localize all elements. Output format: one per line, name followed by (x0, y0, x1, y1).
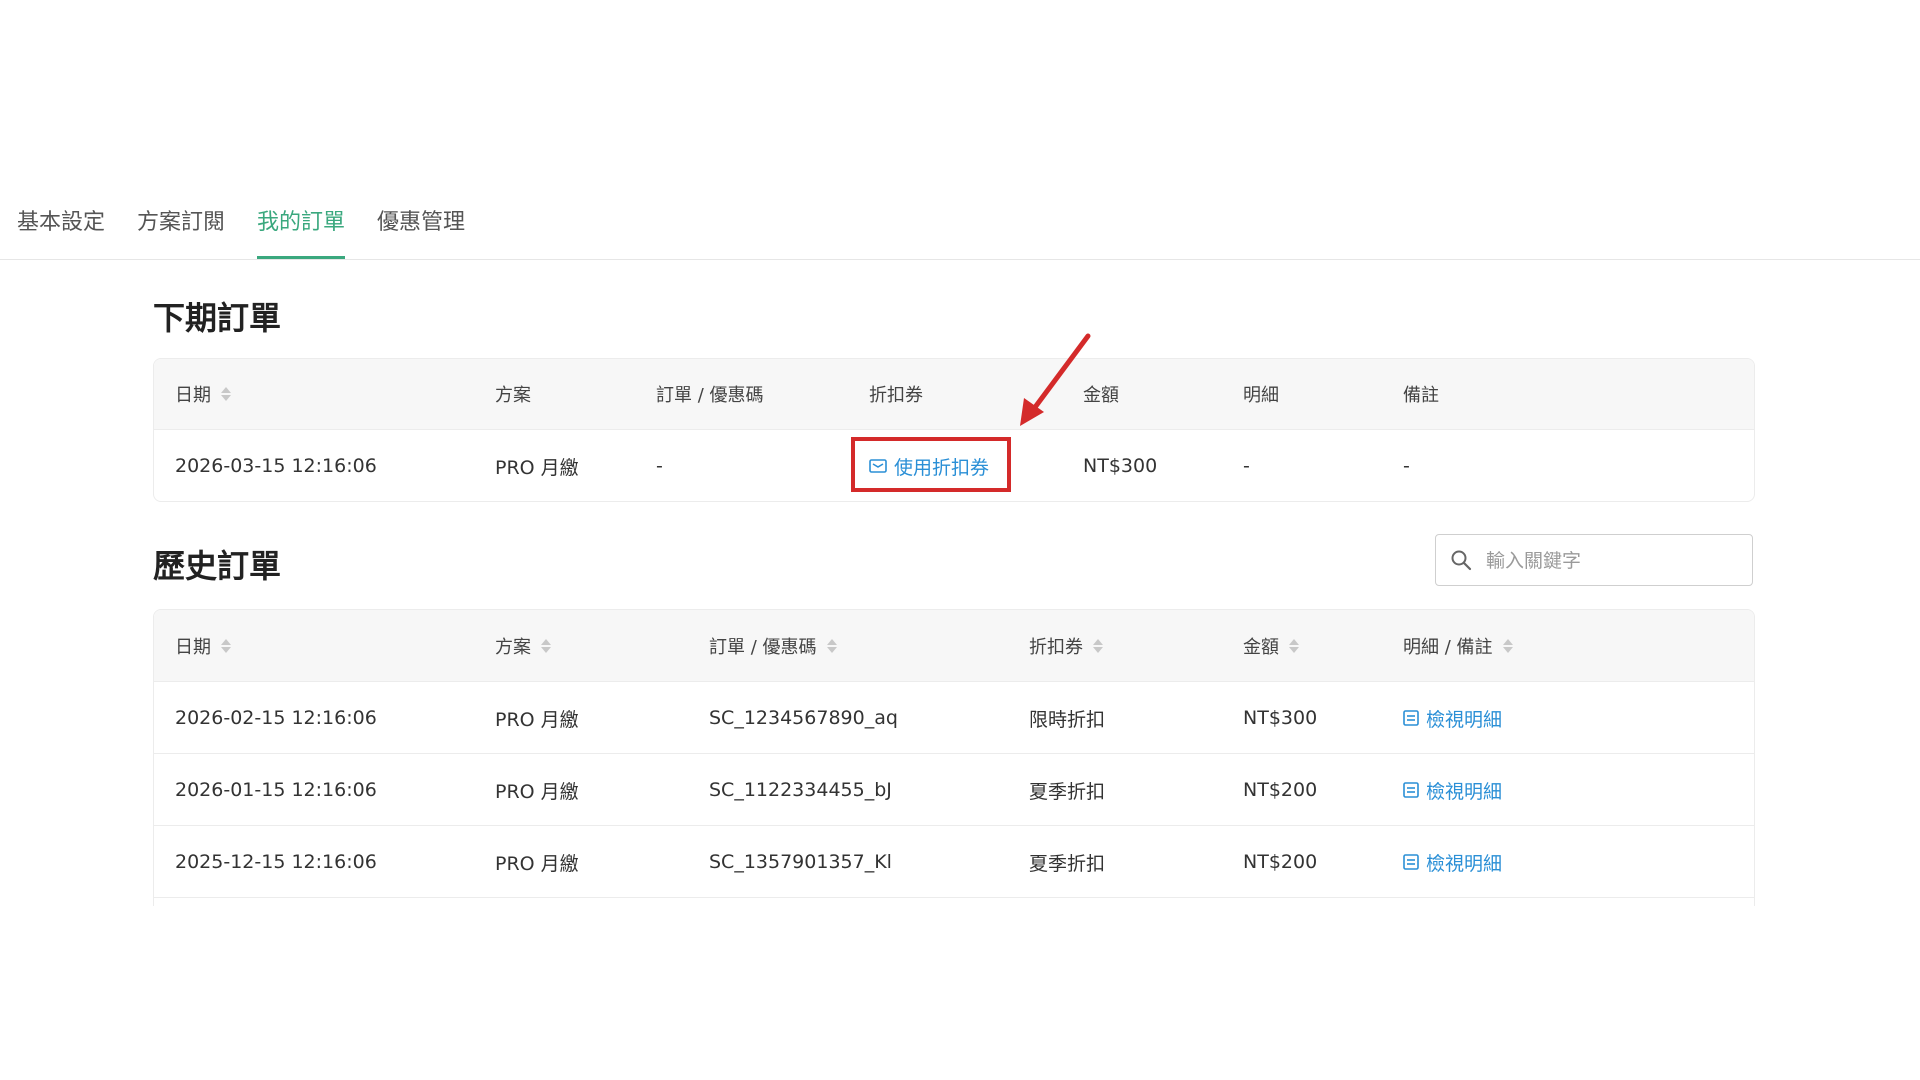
header-coupon[interactable]: 折扣券 (1029, 610, 1103, 681)
row-plan: PRO 月繳 (495, 780, 579, 803)
row-plan: PRO 月繳 (495, 708, 579, 731)
row-plan: PRO 月繳 (495, 456, 579, 479)
row-order-code: - (656, 455, 663, 477)
table-row: 2025-12-15 12:16:06 PRO 月繳 SC_1357901357… (154, 825, 1754, 898)
tab-my-orders[interactable]: 我的訂單 (257, 204, 345, 236)
table-header-row: 日期 方案 訂單 / 優惠碼 折扣券 金額 明細 / 備註 (154, 610, 1754, 681)
row-date: 2026-01-15 12:16:06 (175, 779, 377, 801)
sort-icon[interactable] (1289, 637, 1299, 655)
search-icon (1451, 550, 1472, 571)
header-detail-note[interactable]: 明細 / 備註 (1403, 610, 1513, 681)
row-date: 2025-12-15 12:16:06 (175, 851, 377, 873)
search-input[interactable] (1484, 545, 1743, 577)
tab-discount-management[interactable]: 優惠管理 (377, 204, 465, 236)
settings-tab-bar: 基本設定 方案訂閱 我的訂單 優惠管理 (0, 196, 1920, 260)
history-orders-title: 歷史訂單 (153, 547, 282, 585)
sort-icon[interactable] (221, 637, 231, 655)
header-date[interactable]: 日期 (175, 610, 231, 681)
header-detail: 明細 (1243, 385, 1279, 406)
sort-icon[interactable] (1502, 637, 1513, 655)
table-row: 2026-02-15 12:16:06 PRO 月繳 SC_1234567890… (154, 681, 1754, 754)
table-header-row: 日期 方案 訂單 / 優惠碼 折扣券 金額 明細 備註 (154, 359, 1754, 429)
header-coupon: 折扣券 (869, 385, 923, 406)
sort-icon[interactable] (1093, 637, 1103, 655)
document-icon (1403, 854, 1419, 870)
header-plan: 方案 (495, 385, 531, 406)
header-date[interactable]: 日期 (175, 359, 231, 429)
annotation-arrow-icon (1020, 333, 1091, 426)
row-plan: PRO 月繳 (495, 852, 579, 875)
sort-icon[interactable] (221, 385, 231, 403)
row-detail: - (1243, 455, 1250, 477)
tab-basic-settings[interactable]: 基本設定 (17, 204, 105, 236)
header-order-code[interactable]: 訂單 / 優惠碼 (709, 610, 837, 681)
header-amount[interactable]: 金額 (1243, 610, 1299, 681)
sort-icon[interactable] (541, 637, 551, 655)
table-row: 2026-01-15 12:16:06 PRO 月繳 SC_1122334455… (154, 753, 1754, 826)
document-icon (1403, 782, 1419, 798)
sort-icon[interactable] (826, 637, 837, 655)
row-amount: NT$200 (1243, 851, 1318, 873)
upcoming-orders-title: 下期訂單 (153, 299, 282, 337)
row-date: 2026-03-15 12:16:06 (175, 455, 377, 477)
row-coupon: 限時折扣 (1029, 708, 1106, 731)
view-details-link[interactable]: 檢視明細 (1403, 682, 1502, 754)
document-icon (1403, 710, 1419, 726)
search-box[interactable] (1435, 534, 1753, 586)
view-details-link[interactable]: 檢視明細 (1403, 754, 1502, 826)
history-orders-table: 日期 方案 訂單 / 優惠碼 折扣券 金額 明細 / 備註 2026-02-15… (153, 609, 1755, 906)
active-tab-indicator (257, 256, 345, 259)
row-coupon: 夏季折扣 (1029, 852, 1106, 875)
row-note: - (1403, 455, 1410, 477)
row-amount: NT$300 (1083, 455, 1158, 477)
view-details-link[interactable]: 檢視明細 (1403, 826, 1502, 898)
row-amount: NT$200 (1243, 779, 1318, 801)
table-row-partial (154, 897, 1754, 906)
row-date: 2026-02-15 12:16:06 (175, 707, 377, 729)
header-plan[interactable]: 方案 (495, 610, 551, 681)
row-order-code: SC_1122334455_bJ (709, 779, 892, 801)
header-order-code: 訂單 / 優惠碼 (656, 385, 764, 406)
row-order-code: SC_1234567890_aq (709, 707, 898, 729)
row-amount: NT$300 (1243, 707, 1318, 729)
header-note: 備註 (1403, 385, 1439, 406)
row-coupon: 夏季折扣 (1029, 780, 1106, 803)
highlight-box (851, 437, 1011, 492)
row-order-code: SC_1357901357_Kl (709, 851, 892, 873)
tab-plan-subscription[interactable]: 方案訂閱 (137, 204, 225, 236)
